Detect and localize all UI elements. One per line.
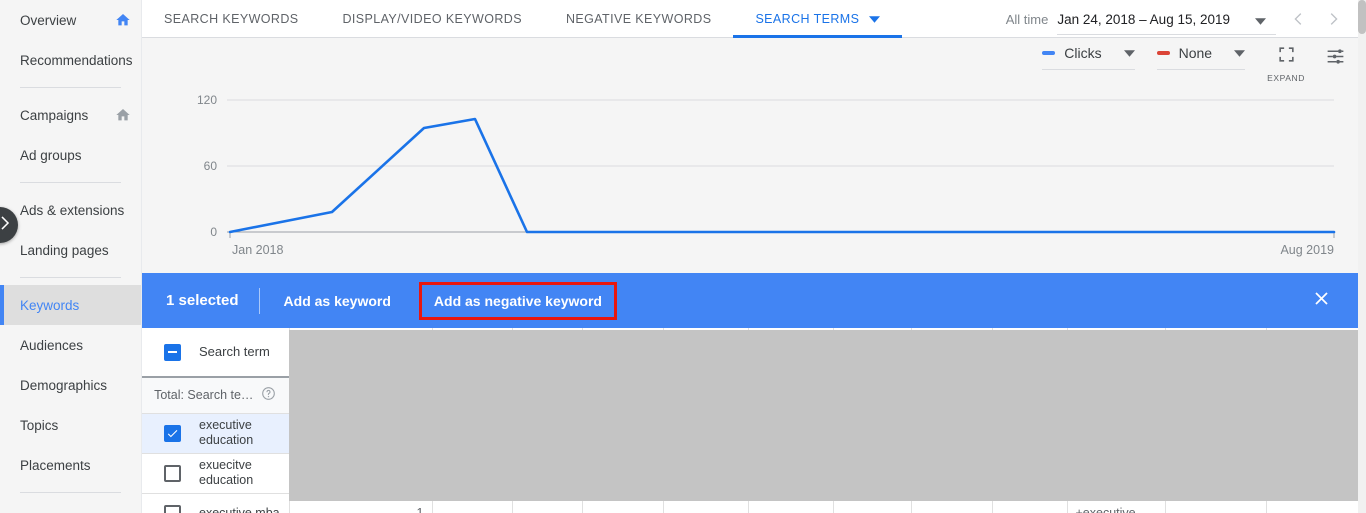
sidebar-item-label: Recommendations [20,52,133,68]
xtick-label-end: Aug 2019 [1280,243,1334,257]
caret-down-icon [1234,44,1246,62]
clicks-series-line [228,117,1336,234]
sidebar-divider [20,182,121,183]
sidebar-item-ad-groups[interactable]: Ad groups [0,135,141,175]
sidebar-item-label: Audiences [20,337,84,353]
sidebar: Overview Recommendations Campaigns Ad gr… [0,0,142,513]
metric-color-swatch [1042,51,1056,55]
primary-metric-label: Clicks [1064,45,1102,61]
ytick-label: 0 [210,225,217,239]
caret-down-icon [1123,44,1135,62]
sidebar-item-label: Demographics [20,377,108,393]
tab-label: NEGATIVE KEYWORDS [565,12,712,26]
date-range-text: Jan 24, 2018 – Aug 15, 2019 [1057,11,1230,27]
sidebar-divider [20,277,121,278]
table-loading-overlay [289,330,1358,501]
sidebar-item-label: Topics [20,417,59,433]
sidebar-divider [20,492,121,493]
tab-label: SEARCH KEYWORDS [164,12,299,26]
selected-count-label: 1 selected [166,292,239,309]
expand-chart-button[interactable]: EXPAND [1267,45,1305,83]
caret-down-icon [869,12,881,26]
row-checkbox[interactable] [164,424,181,442]
total-row-label-cell: Total: Search te… [142,377,290,414]
home-icon [115,12,131,28]
search-term-text: executive mba [199,505,280,513]
sidebar-item-label: Landing pages [20,242,109,258]
tab-label: DISPLAY/VIDEO KEYWORDS [342,12,522,26]
row-checkbox[interactable] [164,504,181,513]
sidebar-item-label: Ads & extensions [20,202,125,218]
add-as-negative-keyword-button[interactable]: Add as negative keyword [418,281,617,320]
google-ads-search-terms-page: Overview Recommendations Campaigns Ad gr… [0,0,1366,513]
close-action-bar-button[interactable] [1306,286,1336,316]
ytick-label: 60 [204,159,218,173]
primary-metric-selector[interactable]: Clicks [1042,44,1135,70]
performance-chart-panel: Clicks None EXPAND 120 60 0 Jan 2018 Aug… [142,38,1358,273]
sidebar-item-overview[interactable]: Overview [0,0,141,40]
date-range-nav [1282,0,1350,38]
row-select-cell: executive education [142,413,290,454]
scrollbar-thumb[interactable] [1358,0,1366,34]
select-all-checkbox[interactable] [164,343,181,361]
sidebar-item-label: Campaigns [20,107,89,123]
sidebar-item-label: Ad groups [20,147,82,163]
clicks-line-chart: 120 60 0 Jan 2018 Aug 2019 [197,93,1336,257]
total-row-label: Total: Search te… [154,388,254,403]
chart-settings-button[interactable] [1325,46,1346,72]
date-next-button[interactable] [1316,0,1350,38]
expand-label: EXPAND [1267,73,1305,83]
tab-negative-keywords[interactable]: NEGATIVE KEYWORDS [544,0,733,38]
date-prev-button[interactable] [1282,0,1316,38]
secondary-metric-label: None [1178,45,1213,61]
sidebar-item-ads-extensions[interactable]: Ads & extensions [0,190,141,230]
tab-search-terms[interactable]: SEARCH TERMS [733,0,903,38]
metric-color-swatch [1156,51,1170,55]
close-icon [1311,288,1332,314]
ytick-label: 120 [197,93,217,107]
row-select-cell: exuecitve education [142,453,290,494]
sidebar-item-label: Keywords [20,297,80,313]
sidebar-item-label: Overview [20,12,77,28]
column-label: Search term [199,344,270,359]
tab-display-video-keywords[interactable]: DISPLAY/VIDEO KEYWORDS [321,0,544,38]
date-range-preset: All time [1005,11,1049,27]
sidebar-item-audiences[interactable]: Audiences [0,325,141,365]
secondary-metric-selector[interactable]: None [1156,44,1246,70]
date-range-control: All time Jan 24, 2018 – Aug 15, 2019 [1006,0,1350,38]
vertical-scrollbar[interactable] [1358,0,1366,513]
top-tab-bar: SEARCH KEYWORDS DISPLAY/VIDEO KEYWORDS N… [142,0,1358,38]
tab-label: SEARCH TERMS [755,12,860,26]
row-checkbox[interactable] [164,464,181,482]
date-range-value[interactable]: Jan 24, 2018 – Aug 15, 2019 [1057,4,1276,35]
tab-list: SEARCH KEYWORDS DISPLAY/VIDEO KEYWORDS N… [142,0,903,38]
sidebar-item-landing-pages[interactable]: Landing pages [0,230,141,270]
chart-settings-icon [1325,49,1346,71]
search-term-text: executive education [199,418,254,447]
help-circle-icon[interactable] [261,386,276,404]
caret-down-icon [1255,13,1266,28]
home-icon [115,107,131,123]
search-term-text: exuecitve education [199,458,254,487]
sidebar-item-demographics[interactable]: Demographics [0,365,141,405]
sidebar-item-topics[interactable]: Topics [0,405,141,445]
chart-plot-area: 120 60 0 Jan 2018 Aug 2019 [142,86,1358,276]
sidebar-divider [20,87,121,88]
sidebar-item-recommendations[interactable]: Recommendations [0,40,141,80]
chart-controls: Clicks None EXPAND [1042,44,1346,83]
row-select-cell: executive mba [142,493,290,513]
sidebar-item-keywords[interactable]: Keywords [0,285,141,325]
sidebar-item-label: Placements [20,457,91,473]
action-bar-divider [258,287,260,314]
sidebar-item-campaigns[interactable]: Campaigns [0,95,141,135]
expand-icon [1277,45,1296,69]
add-as-keyword-button[interactable]: Add as keyword [270,283,405,319]
chevron-right-icon [0,214,13,237]
bulk-action-bar: 1 selected Add as keyword Add as negativ… [142,273,1358,328]
tab-search-keywords[interactable]: SEARCH KEYWORDS [142,0,321,38]
sidebar-item-placements[interactable]: Placements [0,445,141,485]
column-header-search-term[interactable]: Search term [142,328,290,378]
xtick-label-start: Jan 2018 [232,243,283,257]
